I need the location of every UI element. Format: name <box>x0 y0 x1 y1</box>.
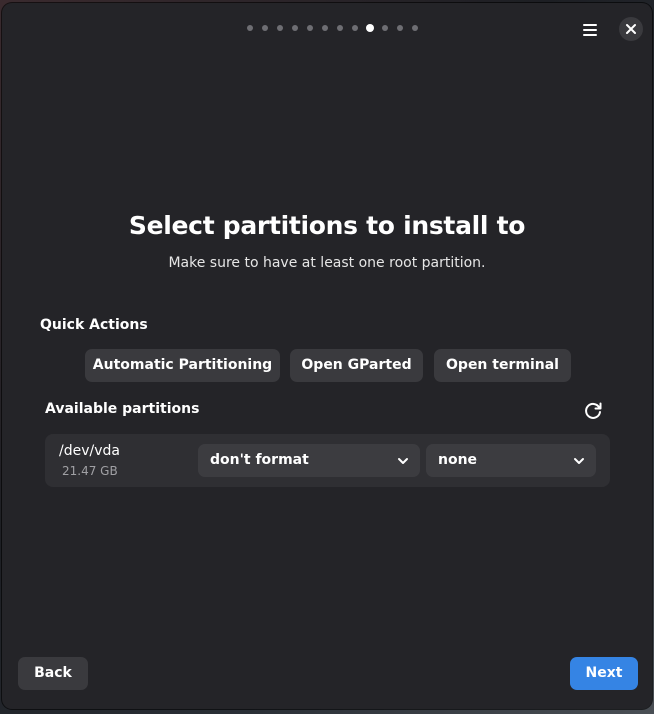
page-dot <box>247 25 253 31</box>
available-partitions-label: Available partitions <box>45 401 200 417</box>
page-dot <box>307 25 313 31</box>
device-size: 21.47 GB <box>62 464 118 478</box>
close-icon <box>626 24 636 34</box>
format-dropdown[interactable]: don't format <box>198 444 420 477</box>
installer-window: Select partitions to install to Make sur… <box>2 3 652 709</box>
page-dot <box>322 25 328 31</box>
page-subtitle: Make sure to have at least one root part… <box>168 255 486 271</box>
page-dot <box>397 25 403 31</box>
open-gparted-button[interactable]: Open GParted <box>290 349 423 382</box>
page-dot-active <box>366 24 374 32</box>
partition-row: /dev/vda 21.47 GB don't format none <box>45 434 610 487</box>
back-button[interactable]: Back <box>18 657 88 690</box>
mount-dropdown[interactable]: none <box>426 444 596 477</box>
refresh-icon <box>585 402 602 419</box>
page-dot <box>352 25 358 31</box>
page-indicator <box>2 24 652 33</box>
page-dot <box>382 25 388 31</box>
device-name: /dev/vda <box>59 443 120 459</box>
automatic-partitioning-button[interactable]: Automatic Partitioning <box>85 349 280 382</box>
chevron-down-icon <box>398 458 408 464</box>
desktop-background: Select partitions to install to Make sur… <box>0 0 654 714</box>
page-dot <box>277 25 283 31</box>
format-dropdown-value: don't format <box>210 452 309 468</box>
open-terminal-button[interactable]: Open terminal <box>434 349 571 382</box>
close-button[interactable] <box>619 17 643 41</box>
page-dot <box>262 25 268 31</box>
page-dot <box>337 25 343 31</box>
quick-actions-label: Quick Actions <box>40 317 148 333</box>
page-dot <box>412 25 418 31</box>
page-dot <box>292 25 298 31</box>
page-title: Select partitions to install to <box>128 211 526 240</box>
next-button[interactable]: Next <box>570 657 638 690</box>
mount-dropdown-value: none <box>438 452 478 468</box>
refresh-button[interactable] <box>581 399 605 423</box>
chevron-down-icon <box>574 458 584 464</box>
hamburger-menu-icon[interactable] <box>578 18 602 42</box>
